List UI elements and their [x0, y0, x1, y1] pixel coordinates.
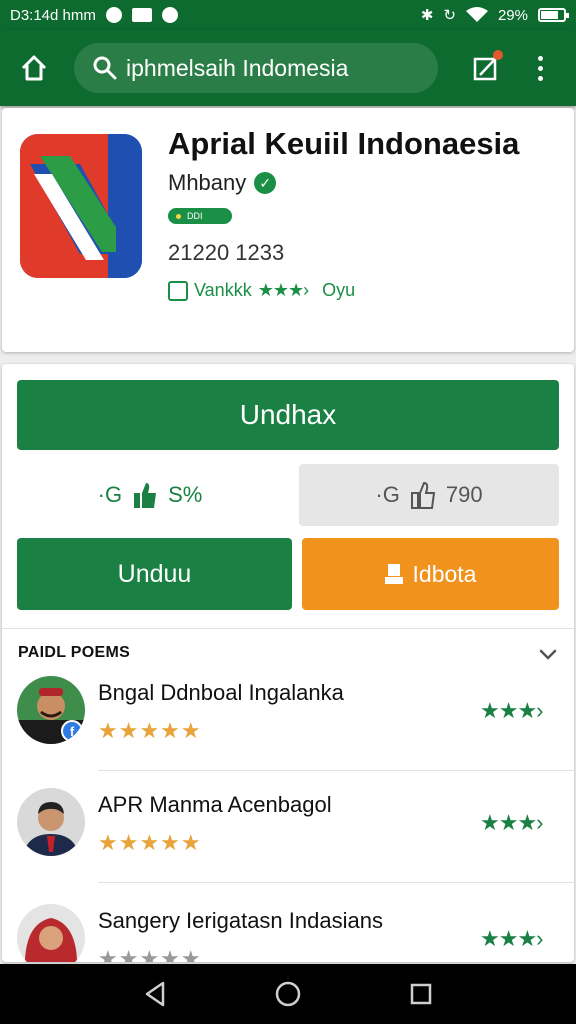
edit-button[interactable] [466, 48, 506, 88]
app-tag-badge: DDI [168, 208, 232, 224]
avatar [17, 788, 85, 856]
review-item[interactable]: Sangery Ierigatasn Indasians ★★★★★ ★★★› [2, 904, 574, 962]
download-button[interactable]: Unduu [17, 538, 292, 610]
battery-percent: 29% [497, 6, 528, 24]
user-rating-stars: ★★★★★ [98, 946, 202, 962]
user-rating-stars: ★★★★★ [98, 718, 202, 744]
battery-icon [538, 8, 569, 22]
more-icon-dot [537, 55, 543, 61]
user-stars: ★★★★★ [98, 946, 202, 962]
downvote-button[interactable]: ·G 790 [299, 464, 559, 526]
developer-name[interactable]: Mhbany [168, 170, 246, 196]
divider [98, 882, 574, 883]
app-icon [20, 134, 142, 278]
reviewer-name: Sangery Ierigatasn Indasians [98, 908, 383, 933]
rating-extra: Oyu [322, 280, 356, 300]
bluetooth-icon: ✱ [420, 7, 434, 24]
user-stars: ★★★★★ [98, 830, 202, 855]
notification-icon [105, 7, 122, 23]
app-info-card: Aprial Keuiil Indonaesia Mhbany ✓ DDI 21… [2, 108, 574, 352]
alarm-icon [161, 7, 178, 23]
reviewer-name: APR Manma Acenbagol [98, 792, 332, 817]
download-count: 21220 1233 [168, 240, 285, 265]
search-query[interactable]: iphmelsaih Indomesia [126, 55, 348, 82]
review-stars: ★★★› [480, 810, 543, 835]
review-stars: ★★★› [480, 926, 543, 951]
reviewer-name: Bngal Ddnboal Ingalanka [98, 680, 344, 705]
user-stars: ★★★★★ [98, 718, 202, 743]
more-options-button[interactable] [528, 48, 552, 88]
checkbox-icon [168, 280, 188, 301]
developer-row[interactable]: Mhbany ✓ [168, 170, 277, 196]
home-icon [21, 55, 47, 81]
rating-summary: Vankkk ★★★› Oyu [168, 280, 355, 301]
chevron-down-icon[interactable] [536, 642, 560, 666]
downvote-prefix: ·G [375, 482, 400, 507]
sync-icon: ↻ [443, 7, 456, 24]
more-icon-dot [537, 65, 543, 71]
tag-label: DDI [187, 211, 203, 221]
recents-icon[interactable] [409, 982, 433, 1006]
section-title: PAIDL POEMS [18, 644, 131, 661]
upvote-prefix: ·G [97, 482, 123, 507]
user-rating-stars: ★★★★★ [98, 830, 202, 856]
wifi-icon [465, 7, 488, 22]
review-stars: ★★★› [480, 698, 543, 723]
system-navigation-bar [0, 964, 576, 1024]
rating-text: Vankkk [194, 280, 252, 300]
facebook-icon: f [61, 720, 83, 742]
actions-card: Undhax ·G S% ·G 790 Unduu Idbota PAIDL P… [2, 364, 574, 962]
upvote-value: S% [168, 482, 203, 507]
divider [98, 770, 574, 771]
secondary-action-label: Idbota [412, 560, 477, 587]
rating-stars: ★★★› [257, 280, 309, 300]
divider [2, 628, 574, 629]
back-icon[interactable] [143, 981, 167, 1007]
avatar [17, 904, 85, 962]
avatar: f [17, 676, 85, 744]
document-icon [384, 564, 403, 584]
review-item[interactable]: f Bngal Ddnboal Ingalanka ★★★★★ ★★★› [2, 676, 574, 788]
notification-dot [493, 50, 503, 60]
status-bar: D3:14d hmm ✱ ↻ 29% [0, 0, 576, 30]
status-time: D3:14d hmm [10, 6, 96, 24]
badge-dot [176, 213, 181, 219]
upvote-button[interactable]: ·G S% [17, 464, 283, 526]
mail-icon [131, 8, 152, 22]
thumbs-up-icon [134, 483, 157, 508]
review-item[interactable]: APR Manma Acenbagol ★★★★★ ★★★› [2, 788, 574, 900]
app-bar: iphmelsaih Indomesia [0, 30, 576, 106]
thumbs-down-icon [410, 481, 436, 509]
search-icon [93, 56, 117, 80]
downvote-value: 790 [445, 482, 483, 507]
home-button[interactable] [14, 48, 54, 88]
home-circle-icon[interactable] [274, 980, 302, 1008]
install-button[interactable]: Undhax [17, 380, 559, 450]
secondary-action-button[interactable]: Idbota [302, 538, 559, 610]
app-title: Aprial Keuiil Indonaesia [168, 126, 520, 161]
verified-icon: ✓ [254, 172, 277, 194]
more-icon-dot [537, 75, 543, 81]
search-bar[interactable]: iphmelsaih Indomesia [74, 43, 438, 93]
